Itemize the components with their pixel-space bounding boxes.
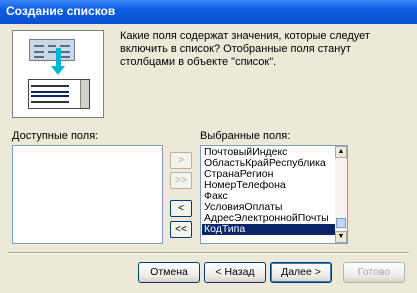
selected-fields-items: ПочтовыйИндекс ОбластьКрайРеспублика Стран…	[201, 147, 336, 236]
list-wizard-dialog: Создание списков Какие поля содержат зна…	[0, 0, 417, 293]
selected-field-item[interactable]: УсловияОплаты	[202, 202, 335, 213]
selected-fields-label: Выбранные поля:	[200, 130, 291, 142]
available-fields-label: Доступные поля:	[12, 130, 99, 142]
scroll-up-button[interactable]: ▲	[335, 146, 347, 158]
wizard-illustration	[12, 30, 104, 118]
title-bar[interactable]: Создание списков	[0, 0, 417, 24]
remove-all-fields-button[interactable]: <<	[170, 221, 192, 238]
selected-fields-scrollbar[interactable]: ▲ ▼	[335, 146, 347, 243]
scroll-thumb[interactable]	[336, 218, 346, 228]
divider	[8, 252, 409, 254]
selected-field-item[interactable]: СтранаРегион	[202, 169, 335, 180]
finish-button[interactable]: Готово	[343, 262, 405, 283]
remove-field-button[interactable]: <	[170, 200, 192, 217]
arrow-head-icon	[51, 66, 65, 75]
instructions-text: Какие поля содержат значения, которые сл…	[120, 30, 370, 68]
window-title: Создание списков	[6, 4, 116, 18]
add-field-button[interactable]: >	[170, 152, 192, 169]
selected-fields-list[interactable]: ПочтовыйИндекс ОбластьКрайРеспублика Стран…	[200, 145, 348, 244]
cancel-button[interactable]: Отмена	[138, 262, 200, 283]
selected-field-item[interactable]: КодТипа	[201, 223, 336, 236]
add-all-fields-button[interactable]: >>	[170, 172, 192, 189]
available-fields-list[interactable]	[12, 145, 163, 244]
source-table-icon	[29, 39, 75, 61]
back-button[interactable]: < Назад	[204, 262, 266, 283]
scroll-down-button[interactable]: ▼	[335, 231, 347, 243]
next-button[interactable]: Далее >	[270, 262, 332, 283]
selected-field-item[interactable]: ОбластьКрайРеспублика	[202, 158, 335, 169]
list-object-icon	[28, 79, 90, 109]
selected-field-item[interactable]: Факс	[202, 191, 335, 202]
selected-field-item[interactable]: ПочтовыйИндекс	[202, 147, 335, 158]
arrow-down-icon	[56, 48, 61, 68]
selected-field-item[interactable]: НомерТелефона	[202, 180, 335, 191]
selected-field-item[interactable]: АдресЭлектроннойПочты	[202, 213, 335, 224]
